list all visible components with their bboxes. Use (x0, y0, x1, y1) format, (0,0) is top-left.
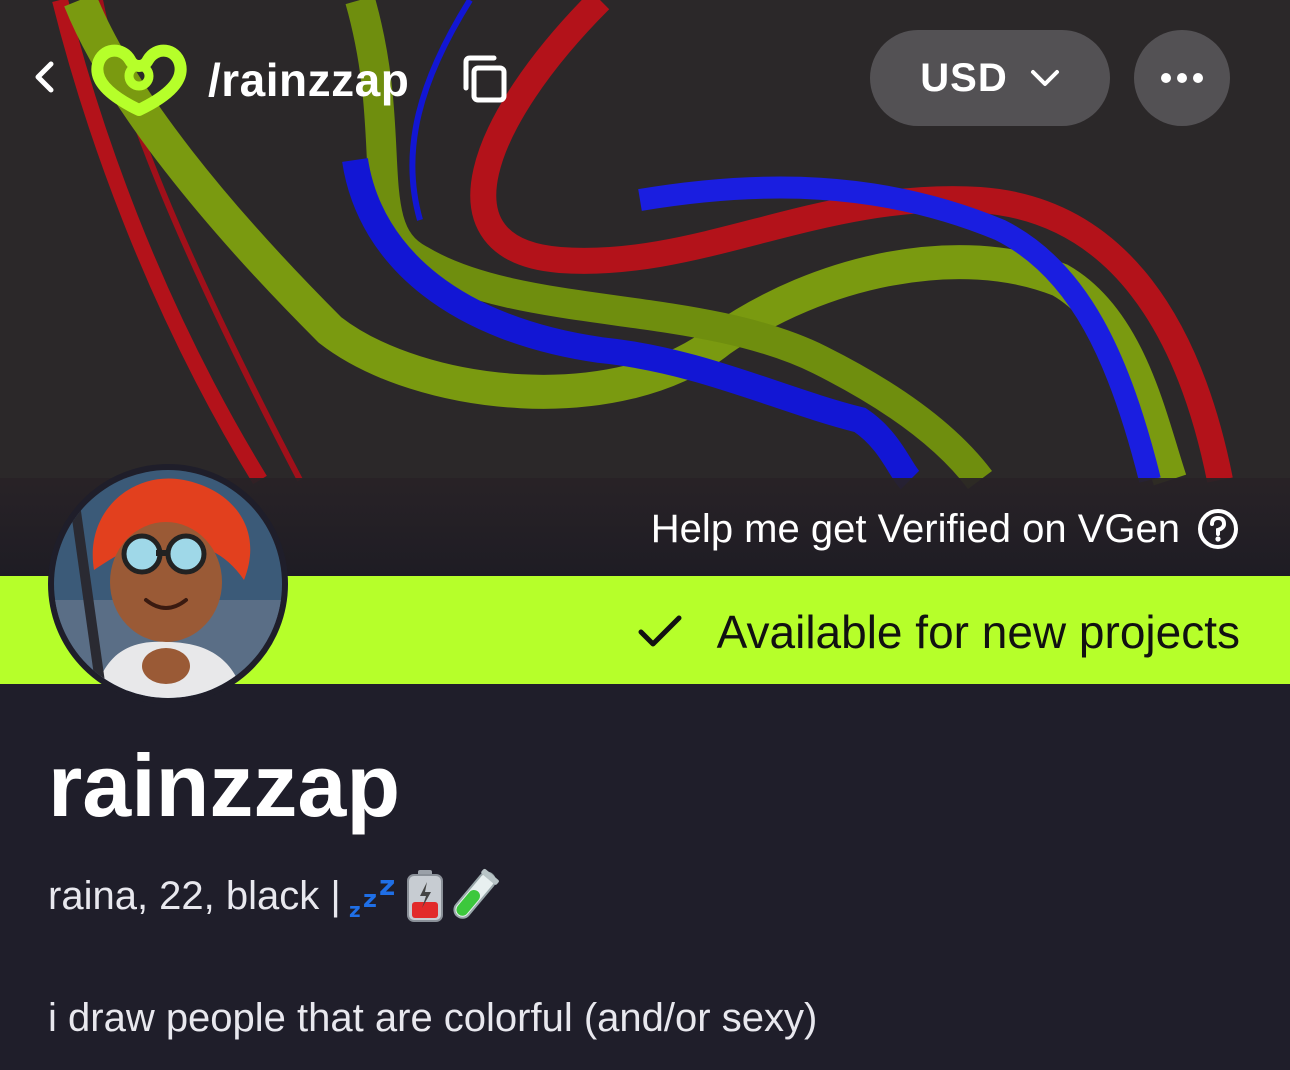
battery-emoji-icon (406, 870, 443, 922)
more-options-button[interactable] (1134, 30, 1230, 126)
bio-line-1: raina, 22, black | z z z (48, 866, 501, 926)
verify-link[interactable]: Help me get Verified on VGen (651, 504, 1240, 554)
bio-text: raina, 22, black | (48, 874, 341, 918)
zzz-emoji-icon: z z z (349, 871, 395, 921)
back-button[interactable] (24, 54, 64, 100)
test-tube-emoji-icon (453, 868, 499, 919)
currency-label: USD (920, 55, 1008, 100)
avatar-image (54, 470, 282, 698)
top-bar: /rainzzap USD (0, 0, 1290, 150)
avatar[interactable] (48, 464, 288, 704)
availability-text: Available for new projects (716, 606, 1240, 658)
bio-emojis: z z z (347, 868, 501, 924)
back-chevron-icon (35, 61, 54, 93)
vgen-logo-icon[interactable] (88, 40, 190, 120)
checkmark-icon (638, 615, 682, 647)
svg-text:z: z (349, 898, 361, 921)
bio-line-2: i draw people that are colorful (and/or … (48, 996, 818, 1040)
availability-status: Available for new projects (637, 600, 1240, 664)
verify-text: Help me get Verified on VGen (650, 507, 1180, 551)
profile-handle: /rainzzap (208, 54, 410, 106)
more-dots-icon (1161, 73, 1203, 83)
chevron-down-icon (1030, 70, 1059, 86)
svg-text:z: z (363, 885, 377, 913)
help-circle-icon (1198, 509, 1238, 549)
profile-name: rainzzap (48, 736, 401, 835)
copy-icon (463, 55, 507, 103)
svg-text:z: z (379, 871, 395, 902)
copy-handle-button[interactable] (458, 54, 512, 106)
currency-selector[interactable]: USD (870, 30, 1110, 126)
